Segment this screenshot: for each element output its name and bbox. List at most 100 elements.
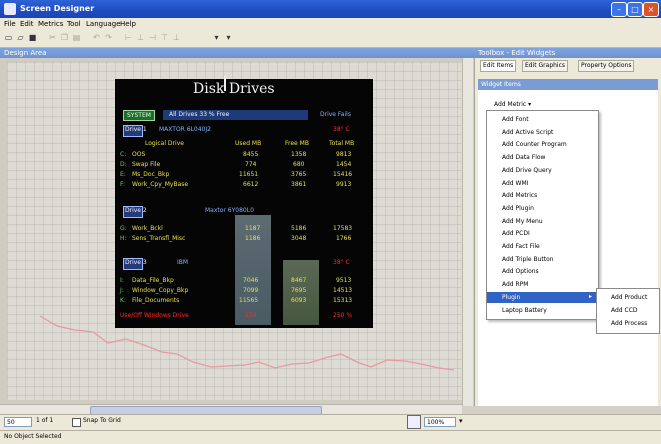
system-button[interactable]: SYSTEM: [123, 110, 155, 121]
tab-edit-graphics[interactable]: Edit Graphics: [522, 60, 569, 72]
drive1-label: Drive 1: [125, 126, 147, 133]
open-folder-icon[interactable]: ▱: [16, 33, 25, 43]
drive-name: Work_Bckl: [132, 225, 163, 232]
submenu-item[interactable]: Add CCD: [597, 305, 659, 316]
menu-edit[interactable]: Edit: [20, 20, 34, 28]
used-value: 8455: [243, 151, 259, 158]
menu-item[interactable]: Add WMI: [487, 178, 598, 189]
free-value: 8467: [291, 277, 307, 284]
drive-letter: I:: [120, 277, 124, 284]
menu-item[interactable]: Add Metrics: [487, 190, 598, 201]
menu-item[interactable]: Add PCDI: [487, 228, 598, 239]
menu-item[interactable]: Add My Menu: [487, 216, 598, 227]
menu-file[interactable]: File: [4, 20, 16, 28]
menu-item[interactable]: Add Counter Program: [487, 139, 598, 150]
free-value: 5186: [291, 225, 307, 232]
drive-letter: C:: [120, 151, 127, 158]
add-metric-menu: Add Font Add Active Script Add Counter Pro…: [486, 110, 599, 320]
disk-drives-widget[interactable]: Disk Drives SYSTEM All Drives 33 % Free …: [115, 76, 373, 328]
drive-name: Ms_Doc_Bkp: [132, 171, 170, 178]
save-icon[interactable]: ■: [28, 33, 37, 43]
zoom-select[interactable]: 100%: [424, 417, 456, 427]
free-value: 680: [293, 161, 305, 168]
menu-bar: File Edit Metrics Tool Language Help: [0, 18, 661, 31]
maximize-button[interactable]: □: [627, 2, 643, 17]
redo-icon[interactable]: ↷: [104, 33, 113, 43]
total-value: 1454: [336, 161, 352, 168]
page-indicator: 1 of 1: [36, 417, 54, 424]
used-value: 11651: [239, 171, 259, 178]
paste-icon[interactable]: ▤: [72, 33, 81, 43]
menu-language[interactable]: Language: [86, 20, 121, 28]
chevron-down-icon[interactable]: ▾: [459, 417, 463, 425]
drive-name: OOS: [132, 151, 146, 158]
menu-item[interactable]: Add Fact File: [487, 241, 598, 252]
menu-item[interactable]: Laptop Battery: [487, 305, 598, 316]
drive-name: Window_Copy_Bkp: [132, 287, 189, 294]
send-back-icon[interactable]: ▾: [224, 33, 233, 43]
summary-text: All Drives 33 % Free: [169, 111, 230, 118]
total-value: 17583: [333, 225, 353, 232]
drive-letter: H:: [120, 235, 127, 242]
align-left-icon[interactable]: ⊢: [124, 33, 133, 43]
zoom-icon[interactable]: [407, 415, 421, 429]
snap-label: Snap To Grid: [83, 417, 121, 424]
align-top-icon[interactable]: ⊤: [160, 33, 169, 43]
menu-item[interactable]: Add Active Script: [487, 127, 598, 138]
menu-item[interactable]: Add RPM: [487, 279, 598, 290]
drive3-label: Drive 3: [125, 259, 147, 266]
menu-help[interactable]: Help: [120, 20, 136, 28]
add-metric-button[interactable]: Add Metric ▾: [494, 101, 531, 108]
free-value: 7695: [291, 287, 307, 294]
drive3-temp: 38° C: [333, 259, 350, 266]
title-bar: Screen Designer – □ ×: [0, 0, 661, 18]
drive-name: Data_File_Bkp: [132, 277, 174, 284]
total-value: 9813: [336, 151, 352, 158]
status-bar: No Object Selected: [0, 430, 661, 444]
bring-front-icon[interactable]: ▾: [212, 33, 221, 43]
free-value: 3861: [291, 181, 307, 188]
header-total: Total MB: [329, 140, 355, 147]
menu-item[interactable]: Add Font: [487, 114, 598, 125]
menu-tool[interactable]: Tool: [67, 20, 81, 28]
menu-item[interactable]: Plugin: [487, 291, 598, 303]
align-bottom-icon[interactable]: ⊥: [172, 33, 181, 43]
used-value: 774: [245, 161, 257, 168]
used-value: 1186: [245, 235, 261, 242]
menu-metrics[interactable]: Metrics: [38, 20, 63, 28]
drive-letter: G:: [120, 225, 127, 232]
copy-icon[interactable]: ❐: [60, 33, 69, 43]
menu-item[interactable]: Add Plugin: [487, 203, 598, 214]
footer-label: Use/Off Windows Drive: [120, 312, 189, 319]
chevron-down-icon: ▾: [528, 101, 532, 108]
menu-item[interactable]: Add Triple Button: [487, 254, 598, 265]
close-button[interactable]: ×: [643, 2, 659, 17]
tab-edit-items[interactable]: Edit Items: [480, 60, 517, 72]
minimize-button[interactable]: –: [611, 2, 627, 17]
toolbox-header: Toolbox - Edit Widgets: [474, 48, 661, 58]
menu-item[interactable]: Add Data Flow: [487, 152, 598, 163]
used-value: 7046: [243, 277, 259, 284]
window-title: Screen Designer: [20, 4, 95, 13]
zoom-left-input[interactable]: 50: [4, 417, 32, 427]
menu-item[interactable]: Add Options: [487, 266, 598, 277]
plugin-submenu: Add Product Add CCD Add Process: [596, 288, 660, 334]
align-center-icon[interactable]: ⊥: [136, 33, 145, 43]
submenu-item[interactable]: Add Product: [597, 292, 659, 303]
vertical-scrollbar[interactable]: [462, 58, 473, 406]
header-free: Free MB: [285, 140, 309, 147]
cut-icon[interactable]: ✂: [48, 33, 57, 43]
drive-letter: J:: [120, 287, 124, 294]
drive-name: Swap File: [132, 161, 161, 168]
widget-items-title: Widget Items: [478, 79, 658, 90]
drive-letter: K:: [120, 297, 126, 304]
used-value: 11565: [239, 297, 259, 304]
align-right-icon[interactable]: ⊣: [148, 33, 157, 43]
new-file-icon[interactable]: ▭: [4, 33, 13, 43]
total-value: 15313: [333, 297, 353, 304]
snap-checkbox[interactable]: [72, 418, 81, 427]
submenu-item[interactable]: Add Process: [597, 318, 659, 329]
undo-icon[interactable]: ↶: [92, 33, 101, 43]
menu-item[interactable]: Add Drive Query: [487, 165, 598, 176]
tab-property-options[interactable]: Property Options: [578, 60, 635, 72]
